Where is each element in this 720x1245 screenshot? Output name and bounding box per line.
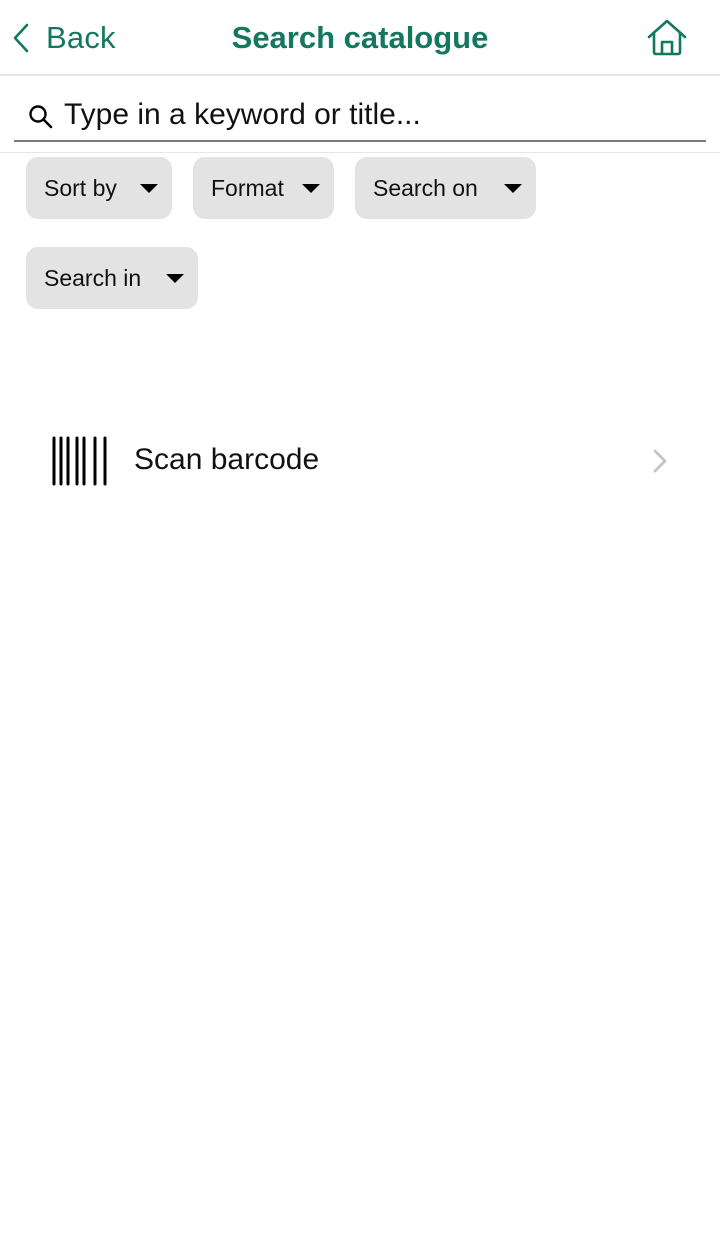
- search-bar: [14, 88, 706, 142]
- sort-by-label: Sort by: [44, 174, 117, 201]
- caret-down-icon: [302, 184, 320, 193]
- scan-barcode-row[interactable]: Scan barcode: [0, 420, 720, 504]
- caret-down-icon: [166, 274, 184, 283]
- navigation-bar: Back Search catalogue: [0, 0, 720, 76]
- sort-by-dropdown[interactable]: Sort by: [26, 157, 172, 219]
- barcode-icon: [52, 436, 107, 486]
- search-input[interactable]: [64, 94, 684, 136]
- back-button[interactable]: Back: [12, 18, 116, 58]
- caret-down-icon: [140, 184, 158, 193]
- chevron-right-icon: [653, 449, 667, 473]
- search-icon: [29, 105, 53, 129]
- scan-barcode-label: Scan barcode: [134, 443, 320, 476]
- chevron-left-icon: [13, 23, 29, 53]
- search-on-dropdown[interactable]: Search on: [355, 157, 536, 219]
- home-button[interactable]: [646, 18, 688, 58]
- divider: [0, 152, 720, 153]
- home-icon: [647, 19, 687, 56]
- format-dropdown[interactable]: Format: [193, 157, 334, 219]
- caret-down-icon: [504, 184, 522, 193]
- format-label: Format: [211, 174, 284, 201]
- search-on-label: Search on: [373, 174, 478, 201]
- back-label: Back: [46, 20, 116, 55]
- search-in-dropdown[interactable]: Search in: [26, 247, 198, 309]
- search-in-label: Search in: [44, 264, 142, 291]
